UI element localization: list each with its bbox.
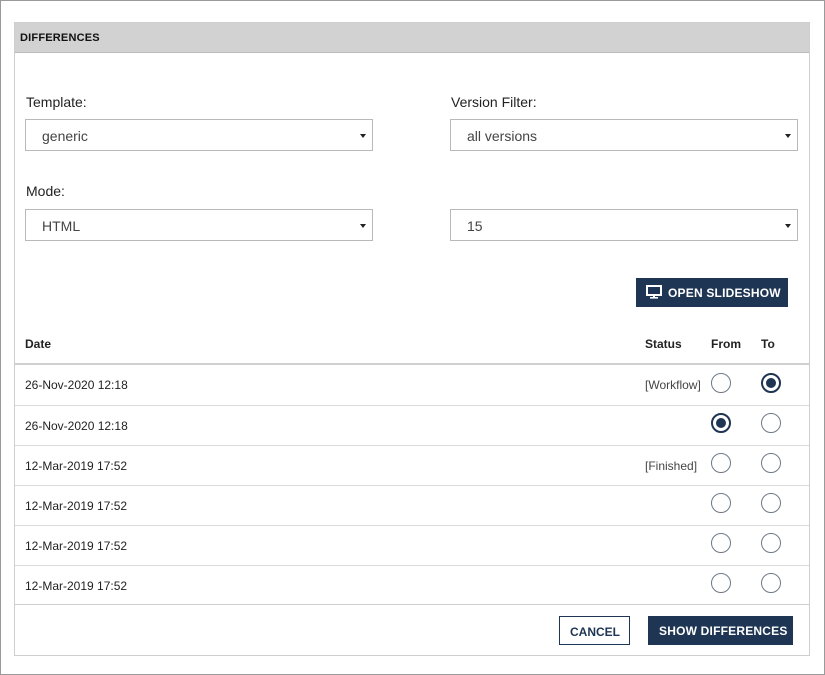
mode-select[interactable]: HTML: [25, 209, 373, 241]
dialog-window: DIFFERENCES Template: generic Version Fi…: [0, 0, 825, 675]
from-radio[interactable]: [711, 453, 731, 473]
column-header-to: To: [761, 337, 775, 351]
count-select-value: 15: [467, 218, 483, 234]
template-select-value: generic: [42, 128, 88, 144]
column-header-status: Status: [645, 337, 682, 351]
version-filter-label: Version Filter:: [451, 94, 537, 110]
to-radio[interactable]: [761, 373, 781, 393]
to-radio[interactable]: [761, 453, 781, 473]
show-differences-label: SHOW DIFFERENCES: [659, 624, 788, 638]
row-date: 12-Mar-2019 17:52: [25, 459, 128, 473]
row-status: [Finished]: [645, 459, 698, 473]
to-radio[interactable]: [761, 493, 781, 513]
monitor-icon: [646, 285, 662, 299]
from-radio[interactable]: [711, 413, 731, 433]
to-radio[interactable]: [761, 573, 781, 593]
from-radio[interactable]: [711, 533, 731, 553]
to-radio[interactable]: [761, 533, 781, 553]
to-radio[interactable]: [761, 413, 781, 433]
table-row: 12-Mar-2019 17:52: [15, 525, 809, 565]
mode-label: Mode:: [26, 183, 65, 199]
count-select[interactable]: 15: [450, 209, 798, 241]
open-slideshow-label: OPEN SLIDESHOW: [668, 286, 781, 300]
version-filter-value: all versions: [467, 128, 538, 144]
caret-down-icon: [360, 224, 366, 228]
column-header-date: Date: [25, 337, 52, 351]
row-date: 26-Nov-2020 12:18: [25, 419, 128, 433]
column-header-from: From: [711, 337, 741, 351]
row-status: [Workflow]: [645, 378, 701, 392]
version-filter-select[interactable]: all versions: [450, 119, 798, 151]
table-row: 12-Mar-2019 17:52 [Finished]: [15, 445, 809, 485]
row-date: 12-Mar-2019 17:52: [25, 539, 128, 553]
table-row: 12-Mar-2019 17:52: [15, 565, 809, 605]
mode-select-value: HTML: [42, 218, 81, 234]
table-row: 12-Mar-2019 17:52: [15, 485, 809, 525]
from-radio[interactable]: [711, 373, 731, 393]
differences-panel: DIFFERENCES Template: generic Version Fi…: [14, 22, 810, 656]
caret-down-icon: [785, 134, 791, 138]
row-date: 12-Mar-2019 17:52: [25, 579, 128, 593]
row-date: 26-Nov-2020 12:18: [25, 378, 128, 392]
panel-title: DIFFERENCES: [20, 32, 100, 44]
cancel-button[interactable]: CANCEL: [559, 616, 630, 645]
from-radio[interactable]: [711, 493, 731, 513]
from-radio[interactable]: [711, 573, 731, 593]
caret-down-icon: [360, 134, 366, 138]
table-bottom-divider: [15, 604, 809, 605]
panel-header: DIFFERENCES: [15, 23, 809, 53]
show-differences-button[interactable]: SHOW DIFFERENCES: [648, 616, 793, 645]
caret-down-icon: [785, 224, 791, 228]
template-select[interactable]: generic: [25, 119, 373, 151]
template-label: Template:: [26, 94, 87, 110]
table-row: 26-Nov-2020 12:18: [15, 405, 809, 445]
row-date: 12-Mar-2019 17:52: [25, 499, 128, 513]
open-slideshow-button[interactable]: OPEN SLIDESHOW: [636, 278, 788, 307]
cancel-button-label: CANCEL: [570, 625, 620, 639]
table-row: 26-Nov-2020 12:18 [Workflow]: [15, 365, 809, 405]
